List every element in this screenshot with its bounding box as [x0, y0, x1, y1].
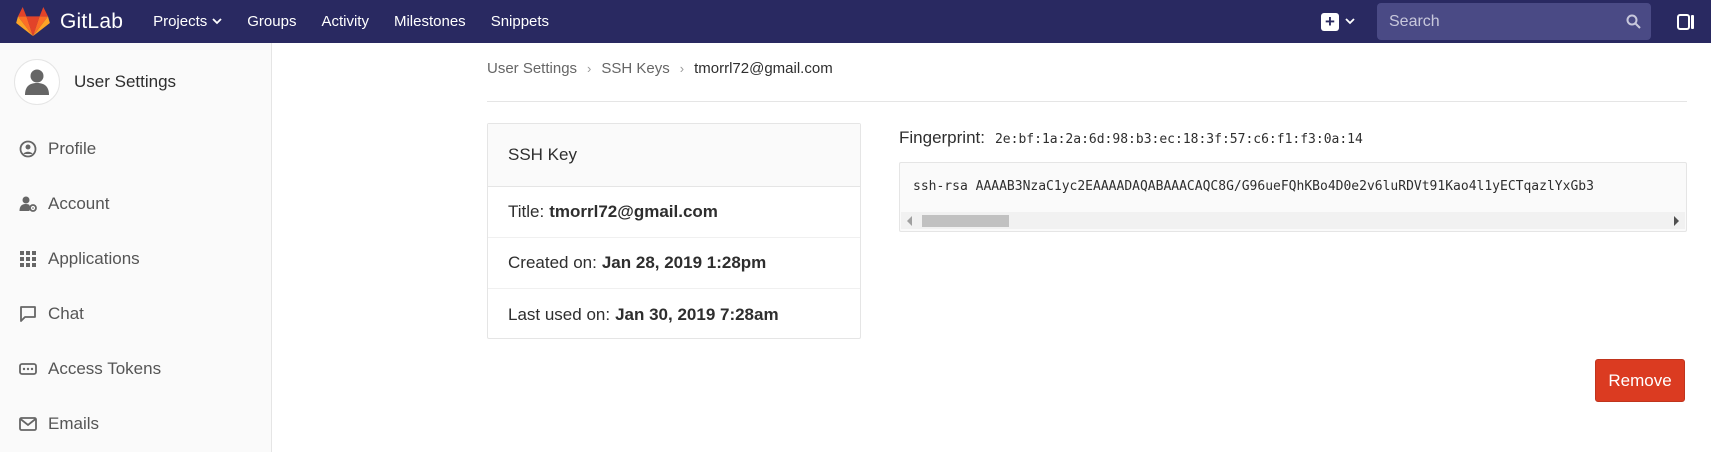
sidebar-item-account[interactable]: Account: [0, 176, 271, 231]
nav-groups-label: Groups: [247, 13, 297, 30]
header-divider: [487, 101, 1687, 102]
search-icon[interactable]: [1626, 14, 1641, 29]
horizontal-scrollbar[interactable]: [901, 212, 1685, 229]
remove-button[interactable]: Remove: [1595, 359, 1685, 402]
scroll-right-icon[interactable]: [1674, 216, 1679, 226]
nav-projects-label: Projects: [153, 13, 208, 30]
chat-icon: [19, 305, 37, 323]
key-title-label: Title:: [508, 202, 545, 221]
sidebar-item-chat[interactable]: Chat: [0, 286, 271, 341]
key-last-used-value: Jan 30, 2019 7:28am: [615, 304, 779, 324]
top-navbar: GitLab Projects Groups Activity Mileston…: [0, 0, 1711, 43]
scroll-left-icon[interactable]: [907, 216, 912, 226]
emails-icon: [19, 415, 37, 433]
breadcrumb-user-settings[interactable]: User Settings: [487, 60, 577, 77]
sidebar-toggle-icon[interactable]: [1677, 13, 1695, 31]
nav-snippets[interactable]: Snippets: [491, 13, 549, 30]
card-header: SSH Key: [488, 124, 860, 187]
avatar: [14, 59, 60, 105]
ssh-key-card: SSH Key Title: tmorrl72@gmail.com Create…: [487, 123, 861, 339]
sidebar-item-profile[interactable]: Profile: [0, 121, 271, 176]
plus-square-icon: +: [1321, 12, 1339, 31]
key-last-used-label: Last used on:: [508, 304, 611, 324]
key-created-row: Created on: Jan 28, 2019 1:28pm: [488, 238, 860, 289]
sidebar-item-access-tokens[interactable]: Access Tokens: [0, 341, 271, 396]
user-icon: [25, 69, 49, 95]
gitlab-logo[interactable]: GitLab: [16, 0, 123, 43]
nav-activity-label: Activity: [321, 13, 369, 30]
settings-sidebar: User Settings Profile Account Applicatio…: [0, 43, 272, 452]
sidebar-header[interactable]: User Settings: [0, 43, 271, 121]
key-last-used-row: Last used on: Jan 30, 2019 7:28am: [488, 289, 860, 340]
breadcrumb-ssh-keys[interactable]: SSH Keys: [601, 60, 669, 77]
breadcrumb: User Settings › SSH Keys › tmorrl72@gmai…: [487, 60, 833, 77]
ssh-key-content[interactable]: ssh-rsa AAAAB3NzaC1yc2EAAAADAQABAAACAQC8…: [899, 162, 1687, 232]
sidebar-item-label: Chat: [48, 303, 84, 323]
sidebar-item-emails[interactable]: Emails: [0, 396, 271, 451]
account-icon: [19, 195, 37, 213]
nav-milestones-label: Milestones: [393, 13, 466, 30]
applications-icon: [19, 250, 37, 268]
sidebar-item-label: Applications: [48, 248, 140, 268]
navbar-right: +: [1321, 0, 1711, 43]
profile-icon: [19, 140, 37, 158]
key-created-label: Created on:: [508, 253, 597, 272]
key-title-value: tmorrl72@gmail.com: [549, 202, 718, 221]
sidebar-item-label: Account: [48, 193, 110, 213]
chevron-down-icon: [1345, 18, 1355, 25]
nav-projects[interactable]: Projects: [153, 13, 222, 30]
fingerprint: Fingerprint: 2e:bf:1a:2a:6d:98:b3:ec:18:…: [899, 128, 1363, 148]
chevron-right-icon: ›: [679, 61, 685, 76]
sidebar-item-label: Profile: [48, 138, 97, 158]
fingerprint-label: Fingerprint:: [899, 128, 985, 147]
chevron-down-icon: [212, 18, 222, 25]
new-dropdown-button[interactable]: +: [1321, 12, 1355, 31]
search-input[interactable]: [1389, 12, 1626, 31]
key-created-value: Jan 28, 2019 1:28pm: [601, 253, 767, 272]
sidebar-item-label: Access Tokens: [48, 358, 162, 378]
scrollbar-thumb[interactable]: [922, 215, 1009, 227]
nav-groups[interactable]: Groups: [247, 13, 296, 30]
sidebar-title: User Settings: [74, 72, 177, 91]
breadcrumb-current[interactable]: tmorrl72@gmail.com: [694, 60, 833, 77]
fingerprint-value: 2e:bf:1a:2a:6d:98:b3:ec:18:3f:57:c6:f1:f…: [994, 132, 1363, 147]
sidebar-item-applications[interactable]: Applications: [0, 231, 271, 286]
nav-snippets-label: Snippets: [490, 13, 550, 30]
brand-name: GitLab: [60, 9, 124, 33]
nav-milestones[interactable]: Milestones: [394, 13, 466, 30]
access-tokens-icon: [19, 360, 37, 378]
tanuki-icon: [16, 6, 50, 36]
key-title-row: Title: tmorrl72@gmail.com: [488, 187, 860, 238]
ssh-key-text[interactable]: ssh-rsa AAAAB3NzaC1yc2EAAAADAQABAAACAQC8…: [913, 179, 1594, 194]
search-box: [1377, 3, 1651, 40]
sidebar-item-label: Emails: [48, 413, 100, 433]
chevron-right-icon: ›: [587, 61, 592, 76]
main-nav: Projects Groups Activity Milestones Snip…: [153, 0, 574, 43]
nav-activity[interactable]: Activity: [321, 13, 369, 30]
